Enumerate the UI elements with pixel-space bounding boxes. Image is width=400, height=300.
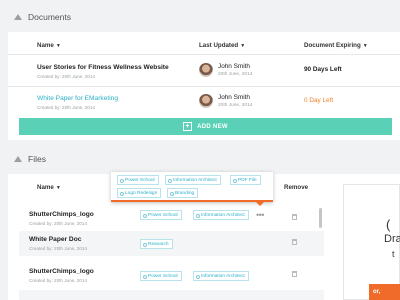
tag-chip[interactable]: Information Architect bbox=[193, 271, 249, 281]
tag-chip[interactable]: Power School bbox=[140, 271, 182, 281]
column-header-name[interactable]: Name ▼ bbox=[37, 184, 61, 191]
document-name-link[interactable]: White Paper for EMarketing bbox=[37, 95, 118, 102]
tag-popover: Power School Information Architect PDF F… bbox=[111, 172, 273, 206]
files-section-title: Files bbox=[28, 154, 46, 164]
tag-chip[interactable]: Power School bbox=[140, 210, 182, 220]
file-row[interactable]: White Paper Doc Created by: 20th June, 2… bbox=[19, 231, 324, 256]
trash-icon[interactable] bbox=[292, 239, 297, 245]
column-header-name-label: Name bbox=[37, 42, 54, 49]
updated-date: 20th June, 2014 bbox=[218, 72, 253, 77]
sort-caret-icon: ▼ bbox=[55, 184, 61, 191]
column-header-last-updated-label: Last Updated bbox=[199, 42, 239, 49]
file-name[interactable]: ShutterChimps_logo bbox=[29, 268, 94, 275]
collapse-triangle-icon[interactable] bbox=[14, 14, 22, 20]
document-created: Created by: 20th June, 2014 bbox=[37, 74, 95, 79]
column-header-name[interactable]: Name ▼ bbox=[37, 42, 61, 49]
add-new-button[interactable]: + ADD NEW bbox=[19, 118, 392, 135]
sort-caret-icon: ▼ bbox=[240, 42, 246, 49]
panel-heading: Dra bbox=[384, 233, 400, 245]
plus-icon: + bbox=[183, 122, 193, 131]
popover-tag[interactable]: Information Architect bbox=[165, 175, 221, 185]
popover-arrow bbox=[256, 202, 264, 206]
file-name[interactable]: ShutterChimps_logo bbox=[29, 211, 94, 218]
file-row[interactable]: ShutterChimps_logo Created by: 20th June… bbox=[19, 206, 324, 231]
avatar bbox=[199, 63, 213, 77]
updated-date: 20th June, 2014 bbox=[218, 103, 253, 108]
document-row[interactable]: White Paper for EMarketing Created by: 2… bbox=[8, 87, 400, 119]
documents-section-header[interactable]: Documents bbox=[0, 6, 400, 28]
avatar bbox=[199, 94, 213, 108]
collapse-triangle-icon[interactable] bbox=[14, 156, 22, 162]
upload-button[interactable]: or, bbox=[369, 284, 400, 300]
tag-chip[interactable]: Information Architect bbox=[193, 210, 249, 220]
file-row[interactable]: ShutterChimps_logo Created by: 20th June… bbox=[19, 263, 324, 288]
documents-section-title: Documents bbox=[28, 12, 71, 22]
column-header-last-updated[interactable]: Last Updated ▼ bbox=[199, 42, 245, 49]
column-header-remove-label: Remove bbox=[284, 184, 309, 191]
upload-panel: ( Dra t bbox=[343, 184, 400, 300]
divider bbox=[8, 54, 400, 55]
popover-tag[interactable]: Power School bbox=[117, 175, 159, 185]
trash-icon[interactable] bbox=[292, 271, 297, 277]
file-name[interactable]: White Paper Doc bbox=[29, 236, 81, 243]
updated-by-user: John Smith bbox=[218, 94, 250, 101]
column-header-remove: Remove bbox=[284, 184, 308, 191]
column-header-expiring[interactable]: Document Expiring ▼ bbox=[304, 42, 368, 49]
upload-button-label: or, bbox=[373, 289, 381, 295]
updated-by-user: John Smith bbox=[218, 63, 250, 70]
more-options-icon[interactable]: ••• bbox=[256, 211, 264, 220]
popover-tag[interactable]: Logo Redesign bbox=[117, 188, 162, 198]
panel-icon: ( bbox=[386, 217, 391, 232]
file-created: Created by: 20th June, 2014 bbox=[29, 278, 87, 283]
popover-tag[interactable]: Branding bbox=[167, 188, 199, 198]
add-new-label: ADD NEW bbox=[197, 123, 228, 130]
panel-subheading: t bbox=[392, 249, 395, 259]
popover-tag[interactable]: PDF File bbox=[230, 175, 261, 185]
trash-icon[interactable] bbox=[292, 214, 297, 220]
file-created: Created by: 20th June, 2014 bbox=[29, 221, 87, 226]
tag-chip[interactable]: Research bbox=[140, 239, 173, 249]
expiry-status: 0 Day Left bbox=[304, 97, 334, 104]
column-header-expiring-label: Document Expiring bbox=[304, 42, 361, 49]
scrollbar[interactable] bbox=[319, 208, 322, 228]
file-created: Created by: 20th June, 2014 bbox=[29, 246, 87, 251]
document-name[interactable]: User Stories for Fitness Wellness Websit… bbox=[37, 64, 169, 71]
column-header-name-label: Name bbox=[37, 184, 54, 191]
document-row[interactable]: User Stories for Fitness Wellness Websit… bbox=[8, 56, 400, 88]
sort-caret-icon: ▼ bbox=[55, 42, 61, 49]
document-created: Created by: 20th June, 2014 bbox=[37, 105, 95, 110]
file-row[interactable] bbox=[19, 290, 324, 300]
sort-caret-icon: ▼ bbox=[362, 42, 368, 49]
files-section-header[interactable]: Files bbox=[0, 148, 400, 170]
expiry-status: 90 Days Left bbox=[304, 66, 342, 73]
